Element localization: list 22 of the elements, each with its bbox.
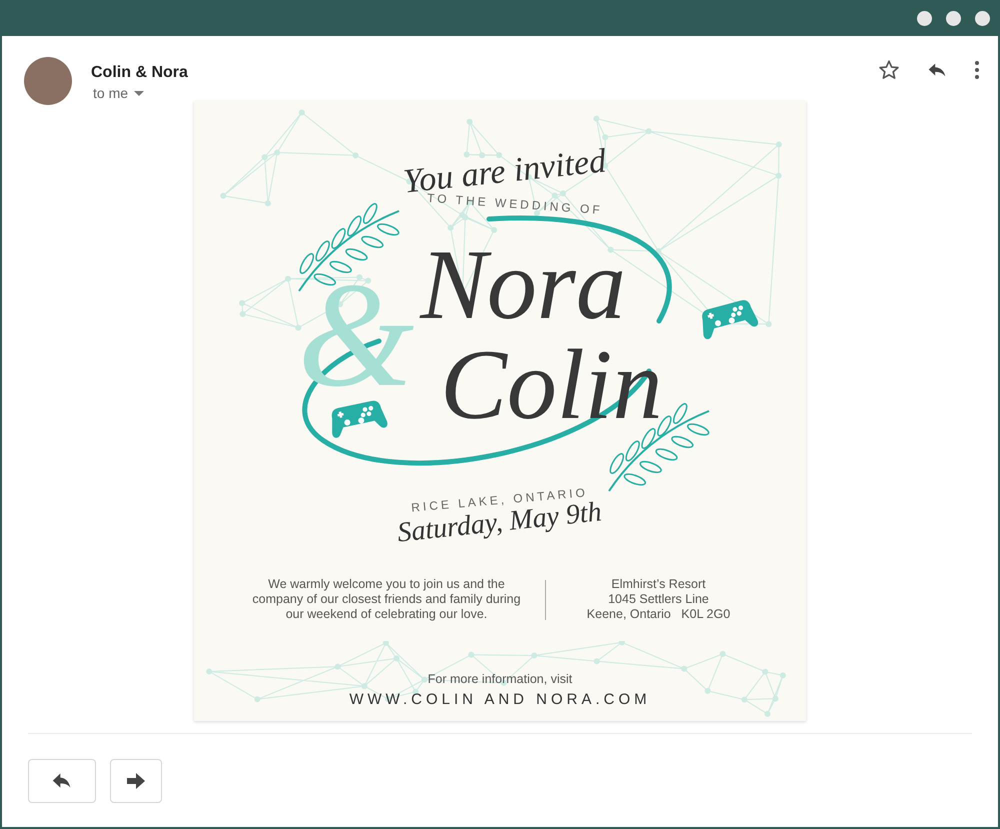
invitation-subheading: TO THE WEDDING OF xyxy=(426,190,604,218)
welcome-message: We warmly welcome you to join us and the company of our closest friends and family during our weekend of celebrating our love. xyxy=(251,577,522,622)
venue-line: Keene, Ontario K0L 2G0 xyxy=(586,607,730,622)
forward-button[interactable] xyxy=(110,759,162,803)
venue-line: 1045 Settlers Line xyxy=(608,592,709,607)
website-text: WWW.COLIN AND NORA.COM xyxy=(349,691,651,708)
reply-icon xyxy=(52,772,72,790)
window-control-icon[interactable] xyxy=(975,10,990,26)
avatar-placeholder xyxy=(24,57,72,105)
caret-icon[interactable] xyxy=(134,90,144,96)
sender-name: Colin & Nora xyxy=(91,63,188,83)
window-control-icon[interactable] xyxy=(917,10,932,26)
first-name: Nora xyxy=(420,235,627,335)
reply-button[interactable] xyxy=(28,759,96,803)
more-icon[interactable] xyxy=(974,59,980,81)
recipient-label: to me xyxy=(93,85,128,101)
star-icon[interactable] xyxy=(878,59,900,81)
forward-arrow-icon xyxy=(127,773,145,789)
info-text: For more information, visit xyxy=(428,672,572,686)
venue-line: Elmhirst’s Resort xyxy=(611,577,706,592)
window-control-icon[interactable] xyxy=(946,10,961,26)
ampersand: & xyxy=(298,260,414,410)
